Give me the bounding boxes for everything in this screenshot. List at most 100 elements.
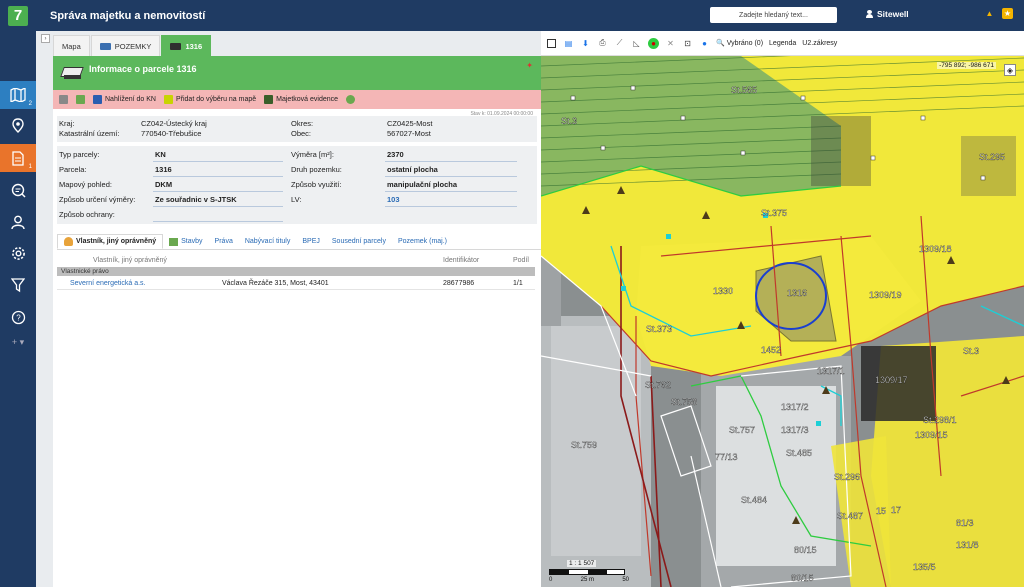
table-icon <box>99 42 111 50</box>
druh-label: Druh pozemku: <box>291 165 342 174</box>
tab-owners[interactable]: Vlastník, jiný oprávněný <box>57 234 164 249</box>
sidebar-item-location[interactable] <box>0 112 36 140</box>
map-label: St.487 <box>837 511 863 521</box>
tab-parcel-1316[interactable]: 1316 <box>161 35 212 56</box>
table-row[interactable]: Severní energetická a.s. Václava Řezáče … <box>57 278 535 290</box>
kraj-label: Kraj: <box>59 119 75 128</box>
user-menu[interactable]: Sitewell <box>866 9 909 19</box>
table-group-ownership: Vlastnické právo <box>57 267 535 276</box>
tab-acquisition-titles[interactable]: Nabývací tituly <box>239 234 297 249</box>
user-name: Sitewell <box>877 9 909 19</box>
tab-buildings[interactable]: Stavby <box>163 234 208 249</box>
pohled-value: DKM <box>155 180 173 189</box>
gear-icon <box>11 246 25 260</box>
svg-text:?: ? <box>16 313 21 322</box>
layers-icon[interactable]: ▤ <box>563 38 574 49</box>
map-label: 1309/18 <box>919 244 952 254</box>
sidebar-item-documents[interactable]: 1 <box>0 144 36 172</box>
coordinates-readout: -795 892; -986 671 <box>937 62 996 69</box>
parcel-icon <box>61 66 83 80</box>
map-label: 1309/15 <box>915 430 948 440</box>
map-label: St.3 <box>963 346 979 356</box>
add-to-map-selection-button[interactable]: Přidat do výběru na mapě <box>163 95 256 104</box>
tab-pozemky[interactable]: POZEMKY <box>90 35 161 56</box>
map-canvas[interactable]: St.565 St.3 St.295 St.375 1309/18 1330 1… <box>541 56 1024 587</box>
tab-rights[interactable]: Práva <box>209 234 239 249</box>
map-label: 1309/17 <box>875 375 908 385</box>
tab-map[interactable]: Mapa <box>53 35 90 56</box>
map-label: St.762 <box>645 380 671 390</box>
sidebar-item-search[interactable] <box>0 176 36 204</box>
zakresy-button[interactable]: U2.zákresy <box>802 40 837 47</box>
user-icon <box>64 237 73 246</box>
map-label: 1317/1 <box>817 366 845 376</box>
sidebar-item-help[interactable]: ? <box>0 303 36 331</box>
export-button[interactable] <box>76 95 85 104</box>
scale-line <box>549 569 625 575</box>
lv-link[interactable]: 103 <box>387 195 400 204</box>
parcel-icon <box>170 42 182 50</box>
vymera-value: 2370 <box>387 150 404 159</box>
selected-count-button[interactable]: 🔍 Vybráno (0) <box>716 39 763 48</box>
map-label: 1316 <box>787 288 807 298</box>
map-label: St.373 <box>646 324 672 334</box>
map-label: 15 <box>876 506 886 516</box>
kn-icon <box>93 95 102 104</box>
measure-area-icon[interactable]: ◺ <box>631 38 642 49</box>
owners-table-header: Vlastník, jiný oprávněný Identifikátor P… <box>57 255 541 267</box>
sidebar-item-filter[interactable] <box>0 271 36 299</box>
col-owner[interactable]: Vlastník, jiný oprávněný <box>93 257 167 264</box>
map-label: 17 <box>891 505 901 515</box>
search-input[interactable]: Zadejte hledaný text... <box>710 7 837 23</box>
location-marker-icon[interactable]: ● <box>648 37 659 49</box>
map-view[interactable]: St.565 St.3 St.295 St.375 1309/18 1330 1… <box>541 56 1024 587</box>
nahlizeni-kn-button[interactable]: Nahlížení do KN <box>93 95 156 104</box>
layers-toggle-icon[interactable]: ◈ <box>1004 64 1016 76</box>
refresh-icon <box>346 95 356 104</box>
add-selection-icon <box>163 95 173 104</box>
tab-parcel-property[interactable]: Pozemek (maj.) <box>392 234 453 249</box>
typ-label: Typ parcely: <box>59 150 100 159</box>
close-icon[interactable]: ✕ <box>665 38 676 49</box>
ku-label: Katastrální území: <box>59 129 120 138</box>
help-icon: ? <box>11 310 25 324</box>
sidebar-item-users[interactable] <box>0 208 36 236</box>
sidebar-item-settings[interactable] <box>0 239 36 267</box>
print-button[interactable] <box>59 95 68 104</box>
pin-icon[interactable]: ✦ <box>526 61 533 70</box>
owner-address: Václava Řezáče 315, Most, 43401 <box>222 280 329 287</box>
bell-icon[interactable]: ▲ <box>984 8 995 19</box>
col-share[interactable]: Podíl <box>513 257 529 264</box>
sidebar-item-map[interactable]: 2 <box>0 81 36 109</box>
property-register-button[interactable]: Majetková evidence <box>264 95 338 104</box>
ku-value: 770540-Třebušice <box>141 129 202 138</box>
owner-link[interactable]: Severní energetická a.s. <box>70 280 146 287</box>
legend-button[interactable]: Legenda <box>769 40 796 47</box>
tab-neighbour-parcels[interactable]: Sousední parcely <box>326 234 392 249</box>
map-label: 1309/19 <box>869 290 902 300</box>
collapse-panel-button[interactable]: › <box>41 34 50 43</box>
measure-line-icon[interactable]: ⟋ <box>614 38 625 49</box>
parcel-icon <box>264 95 274 104</box>
star-icon[interactable]: ★ <box>1002 8 1013 19</box>
map-label: 77/13 <box>715 452 738 462</box>
map-label: St.296 <box>834 472 860 482</box>
owner-share: 1/1 <box>513 280 523 287</box>
point-icon[interactable]: ● <box>699 38 710 49</box>
panel-header: Informace o parcele 1316 ✦ <box>53 56 541 90</box>
app-logo[interactable]: 7 <box>0 0 36 31</box>
sidebar-expand-button[interactable]: + ▾ <box>0 337 36 348</box>
print-icon[interactable]: ⎙ <box>597 38 608 49</box>
house-icon <box>169 237 179 246</box>
col-identifier[interactable]: Identifikátor <box>443 257 479 264</box>
map-label: 80/15 <box>794 545 817 555</box>
scale-labels: 0 25 m 50 <box>549 577 629 583</box>
detail-subtabs: Vlastník, jiný oprávněný Stavby Práva Na… <box>57 234 541 250</box>
select-rectangle-icon[interactable] <box>546 38 557 49</box>
refresh-button[interactable] <box>346 95 356 104</box>
tab-bpej[interactable]: BPEJ <box>296 234 326 249</box>
zoom-extent-icon[interactable]: ⊡ <box>682 38 693 49</box>
download-icon[interactable]: ⬇ <box>580 38 591 49</box>
panel-collapse-strip <box>36 31 53 587</box>
document-icon <box>12 150 24 166</box>
